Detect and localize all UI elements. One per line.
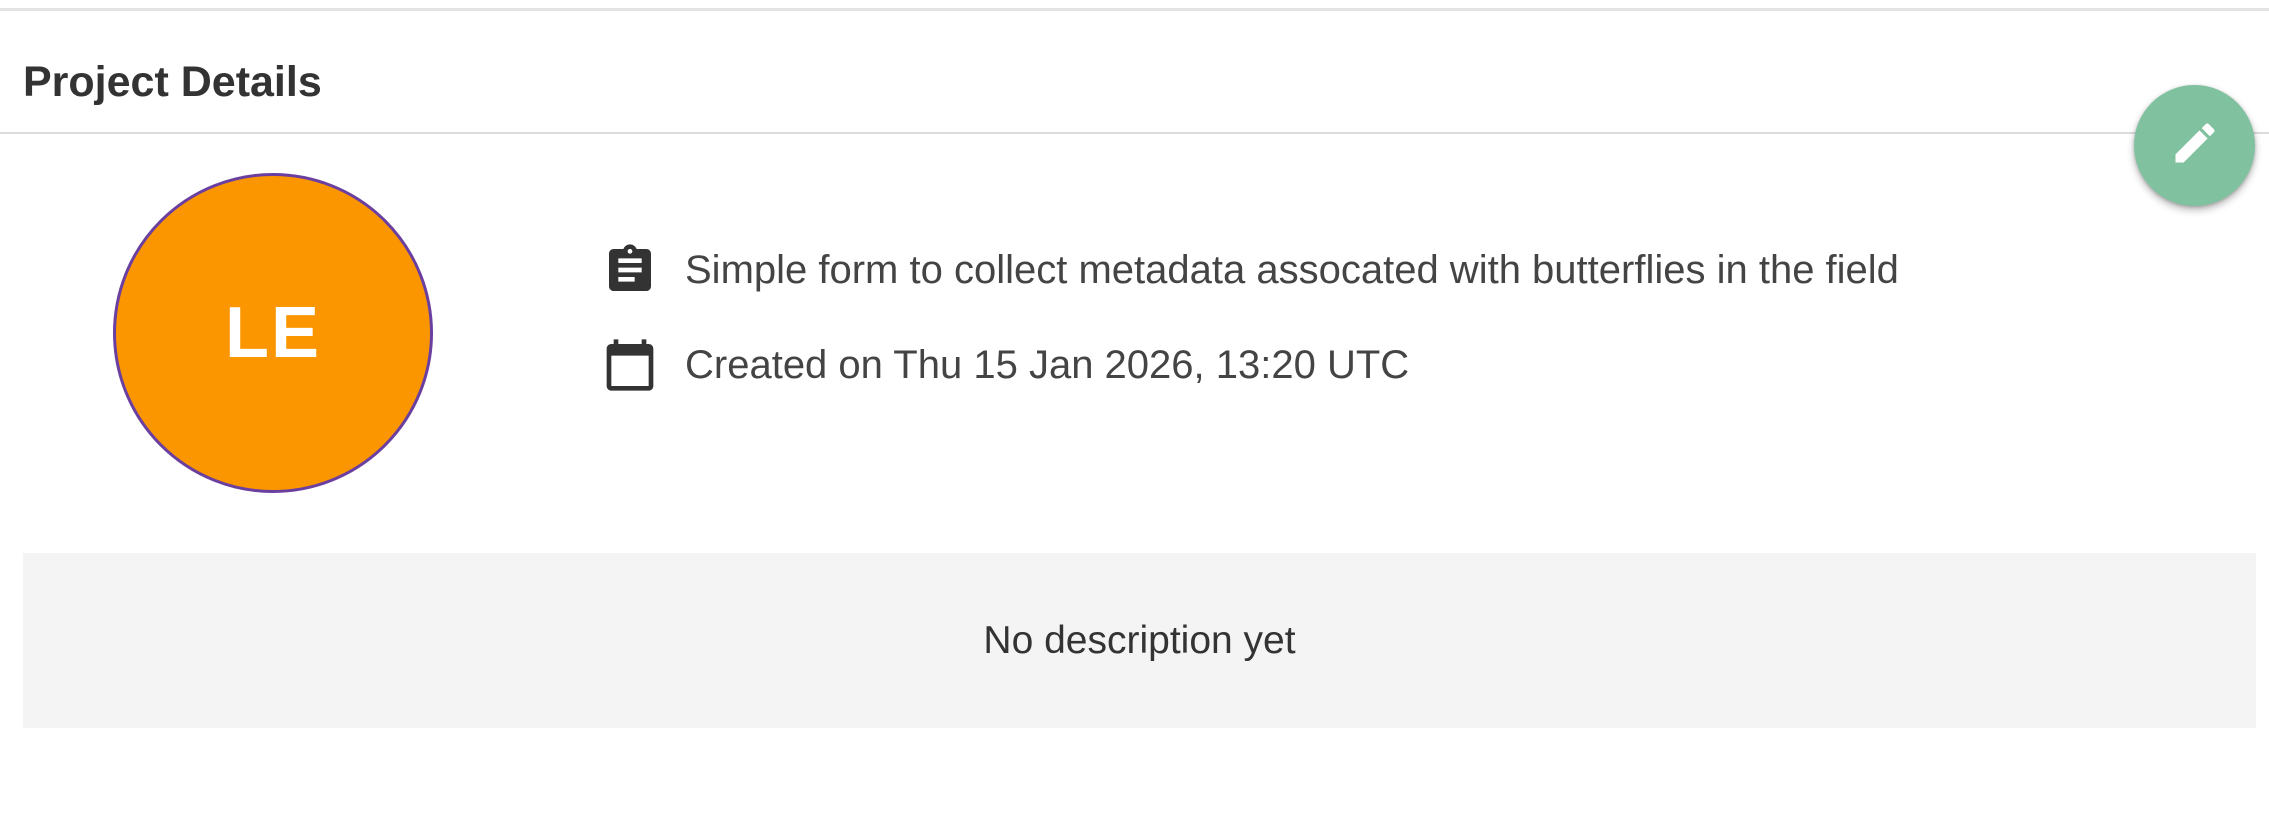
description-panel: No description yet — [23, 553, 2256, 728]
top-divider — [0, 8, 2269, 11]
pencil-icon — [2169, 117, 2221, 174]
project-details-card: Project Details LE Simple form to collec… — [0, 0, 2269, 831]
calendar-icon — [600, 335, 660, 395]
clipboard-icon — [600, 240, 660, 300]
description-placeholder: No description yet — [983, 618, 1296, 662]
created-date-row: Created on Thu 15 Jan 2026, 13:20 UTC — [600, 335, 1409, 395]
project-avatar: LE — [113, 173, 433, 493]
created-date-text: Created on Thu 15 Jan 2026, 13:20 UTC — [685, 342, 1410, 387]
avatar-initials: LE — [224, 293, 321, 373]
project-summary-row: Simple form to collect metadata assocate… — [600, 240, 1899, 300]
edit-button[interactable] — [2134, 85, 2255, 206]
project-summary-text: Simple form to collect metadata assocate… — [685, 247, 1899, 292]
header-divider — [0, 132, 2269, 134]
card-title: Project Details — [23, 58, 322, 106]
